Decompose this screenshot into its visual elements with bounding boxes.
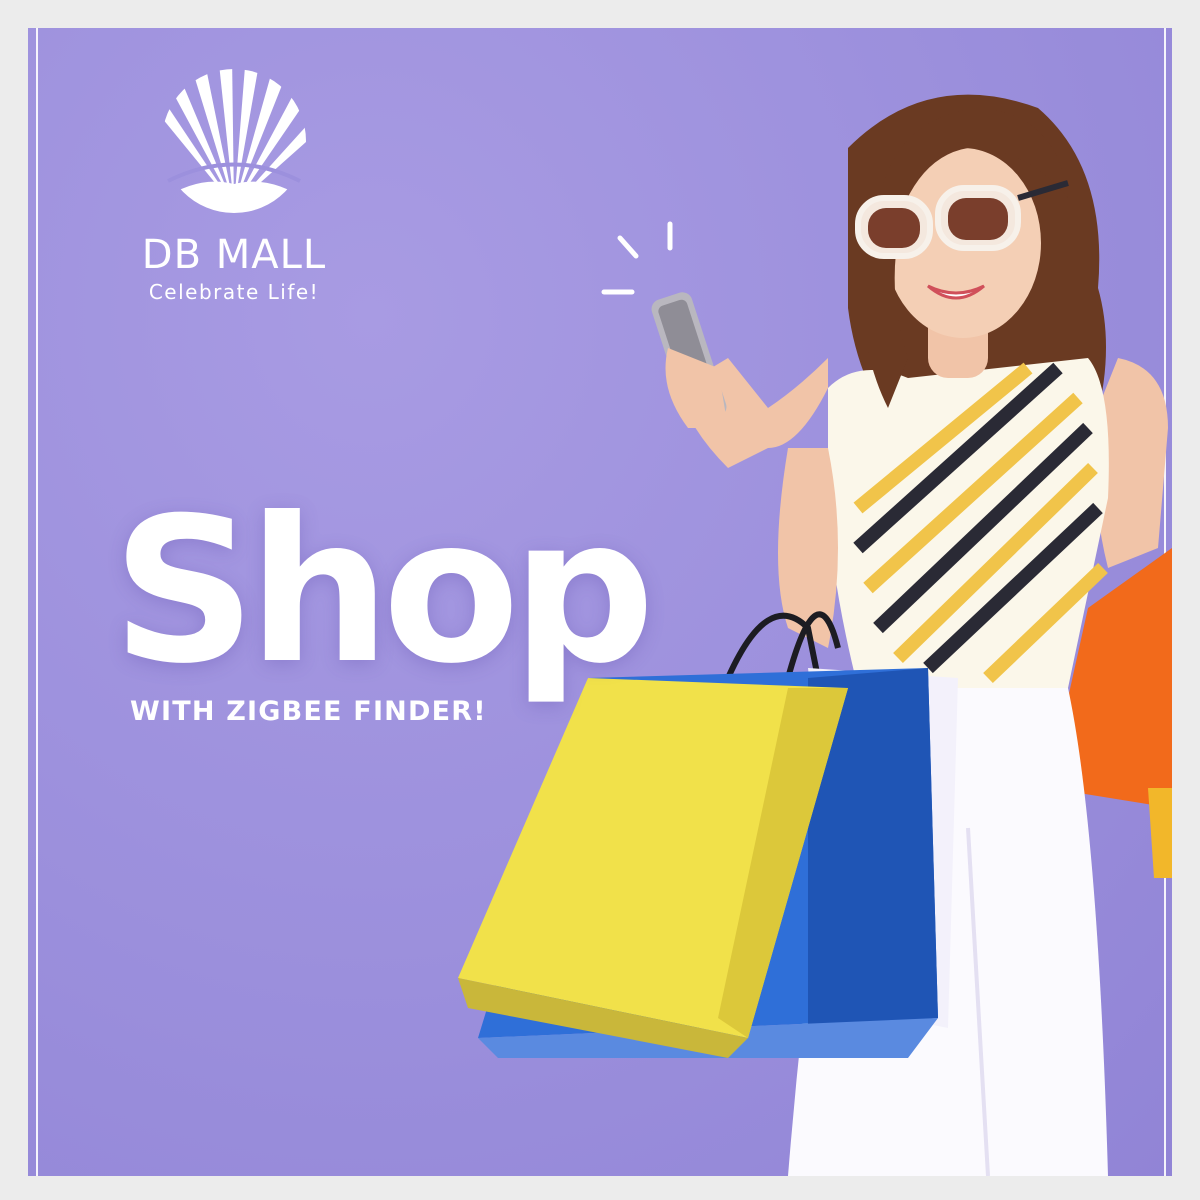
promo-poster: DB MALL Celebrate Life! Shop WITH ZIGBEE…: [28, 28, 1172, 1176]
poster-frame: DB MALL Celebrate Life! Shop WITH ZIGBEE…: [0, 0, 1200, 1200]
subheadline: WITH ZIGBEE FINDER!: [130, 696, 487, 727]
sparkle-icon: [601, 221, 673, 295]
headline: Shop: [112, 475, 655, 708]
